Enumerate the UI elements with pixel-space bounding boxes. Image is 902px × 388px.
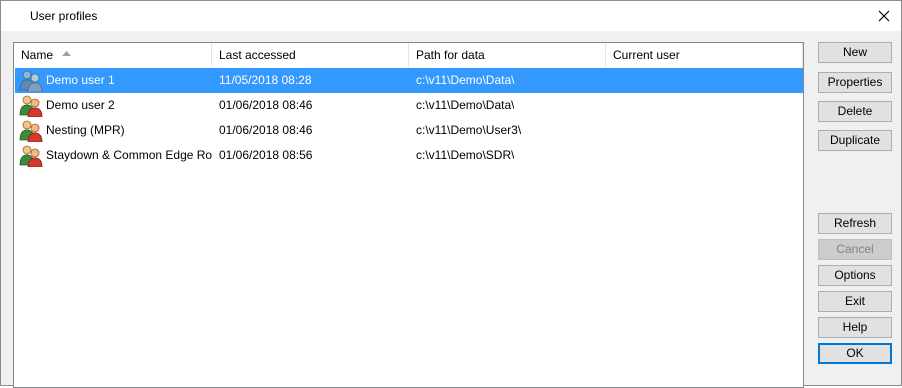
duplicate-button[interactable]: Duplicate bbox=[818, 130, 892, 151]
refresh-button[interactable]: Refresh bbox=[818, 213, 892, 234]
profile-name: Nesting (MPR) bbox=[46, 123, 125, 137]
column-header-path[interactable]: Path for data bbox=[409, 43, 606, 67]
data-path: c:\v11\Demo\SDR\ bbox=[416, 148, 515, 162]
profile-name: Demo user 2 bbox=[46, 98, 115, 112]
users-icon bbox=[19, 145, 43, 167]
column-header-label: Current user bbox=[613, 48, 680, 62]
options-button[interactable]: Options bbox=[818, 265, 892, 286]
last-accessed: 01/06/2018 08:46 bbox=[219, 98, 313, 112]
column-header-label: Path for data bbox=[416, 48, 485, 62]
column-header-name[interactable]: Name bbox=[14, 43, 212, 67]
data-path: c:\v11\Demo\Data\ bbox=[416, 98, 515, 112]
column-header-label: Name bbox=[21, 48, 54, 62]
title-bar: User profiles bbox=[1, 1, 901, 31]
cancel-button[interactable]: Cancel bbox=[818, 239, 892, 260]
table-row[interactable]: Demo user 1 11/05/2018 08:28 c:\v11\Demo… bbox=[15, 68, 803, 93]
close-icon bbox=[878, 10, 890, 22]
table-row[interactable]: Nesting (MPR) 01/06/2018 08:46 c:\v11\De… bbox=[15, 118, 803, 143]
users-icon bbox=[19, 95, 43, 117]
last-accessed: 01/06/2018 08:56 bbox=[219, 148, 313, 162]
column-header-current-user[interactable]: Current user bbox=[606, 43, 803, 67]
table-row[interactable]: Demo user 2 01/06/2018 08:46 c:\v11\Demo… bbox=[15, 93, 803, 118]
ok-button[interactable]: OK bbox=[818, 343, 892, 364]
list-header: Name Last accessed Path for data Current… bbox=[14, 43, 803, 67]
data-path: c:\v11\Demo\User3\ bbox=[416, 123, 522, 137]
user-profiles-list[interactable]: Name Last accessed Path for data Current… bbox=[13, 42, 804, 388]
close-button[interactable] bbox=[867, 1, 901, 31]
properties-button[interactable]: Properties bbox=[818, 72, 892, 93]
delete-button[interactable]: Delete bbox=[818, 101, 892, 122]
exit-button[interactable]: Exit bbox=[818, 291, 892, 312]
column-header-last-accessed[interactable]: Last accessed bbox=[212, 43, 409, 67]
last-accessed: 01/06/2018 08:46 bbox=[219, 123, 313, 137]
dialog-title: User profiles bbox=[30, 9, 98, 23]
user-profiles-dialog: User profiles Name Last accessed Path fo… bbox=[0, 0, 902, 388]
profile-name: Demo user 1 bbox=[46, 73, 115, 87]
profile-name: Staydown & Common Edge Routi... bbox=[46, 148, 212, 162]
users-icon bbox=[19, 120, 43, 142]
column-header-label: Last accessed bbox=[219, 48, 296, 62]
users-icon bbox=[19, 70, 43, 92]
sort-ascending-icon bbox=[62, 51, 72, 57]
help-button[interactable]: Help bbox=[818, 317, 892, 338]
new-button[interactable]: New bbox=[818, 42, 892, 63]
table-row[interactable]: Staydown & Common Edge Routi... 01/06/20… bbox=[15, 143, 803, 168]
data-path: c:\v11\Demo\Data\ bbox=[416, 73, 515, 87]
last-accessed: 11/05/2018 08:28 bbox=[219, 73, 312, 87]
